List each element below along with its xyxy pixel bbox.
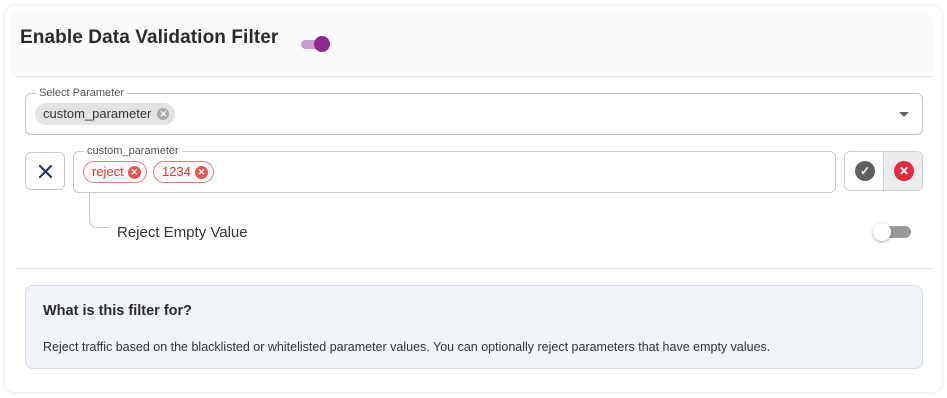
x-icon <box>38 164 53 179</box>
parameter-values-input[interactable]: custom_parameter reject ✕ 1234 ✕ <box>73 145 836 193</box>
tree-connector <box>89 193 109 228</box>
select-parameter-dropdown[interactable]: Select Parameter custom_parameter ✕ <box>25 87 923 135</box>
reject-empty-toggle[interactable] <box>873 223 913 241</box>
value-action-buttons: ✓ ✕ <box>844 151 923 191</box>
cancel-button[interactable]: ✕ <box>884 152 922 190</box>
chip-label: reject <box>92 164 124 179</box>
circle-x-icon[interactable]: ✕ <box>127 166 141 179</box>
chip-label: custom_parameter <box>43 106 152 121</box>
parameter-values-label: custom_parameter <box>84 145 182 157</box>
remove-parameter-button[interactable] <box>25 152 65 190</box>
check-circle-icon: ✓ <box>855 161 875 181</box>
confirm-button[interactable]: ✓ <box>845 152 884 190</box>
value-chip: reject ✕ <box>83 161 147 183</box>
enable-filter-toggle[interactable] <box>300 36 332 52</box>
circle-x-icon[interactable]: ✕ <box>157 108 170 120</box>
x-circle-icon: ✕ <box>894 161 914 181</box>
page-title: Enable Data Validation Filter <box>20 27 279 48</box>
section-divider <box>15 268 932 269</box>
selected-parameter-chip: custom_parameter ✕ <box>35 103 176 125</box>
value-chip: 1234 ✕ <box>153 161 214 183</box>
chip-label: 1234 <box>162 164 191 179</box>
caret-down-icon[interactable] <box>899 112 909 117</box>
info-title: What is this filter for? <box>43 303 193 319</box>
toggle-knob <box>873 223 891 241</box>
select-parameter-label: Select Parameter <box>36 87 127 99</box>
toggle-knob <box>314 36 330 52</box>
info-text: Reject traffic based on the blacklisted … <box>43 340 771 354</box>
circle-x-icon[interactable]: ✕ <box>194 166 208 179</box>
reject-empty-label: Reject Empty Value <box>117 224 248 241</box>
header-divider <box>15 76 932 77</box>
info-panel: What is this filter for? Reject traffic … <box>25 285 923 369</box>
